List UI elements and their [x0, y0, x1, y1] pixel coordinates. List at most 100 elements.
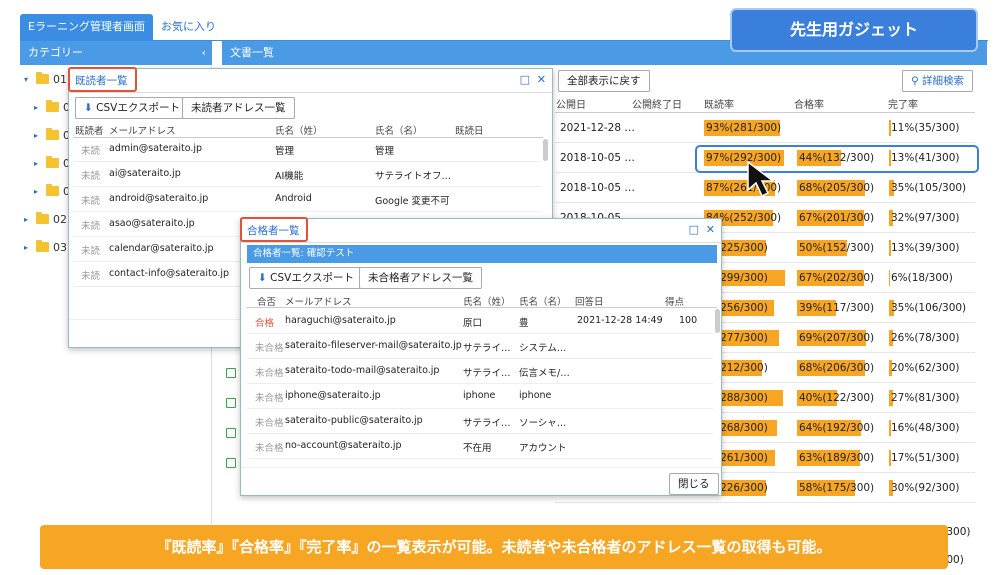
last-name: iphone: [463, 390, 496, 401]
edit-icons: [222, 360, 236, 520]
tree-node[interactable]: ▸ 0: [34, 126, 70, 144]
col-read-date[interactable]: 既読日: [455, 123, 484, 137]
failed-addresses-button[interactable]: 未合格者アドレス一覧: [359, 267, 482, 289]
col-email[interactable]: メールアドレス: [109, 123, 176, 137]
complete-rate-cell: 13%(39/300): [891, 242, 960, 254]
col-first-name[interactable]: 氏名（名）: [375, 123, 423, 137]
collapsed-icon[interactable]: ▸: [24, 243, 32, 252]
pass-rate-cell: 50%(152/300): [799, 242, 875, 254]
first-name: 伝言メモ/…: [519, 368, 570, 379]
tree-node[interactable]: ▸ 0: [34, 182, 70, 200]
collapsed-icon[interactable]: ▸: [24, 215, 32, 224]
col-email[interactable]: メールアドレス: [285, 294, 352, 308]
email: android@sateraito.jp: [109, 193, 209, 204]
col-result[interactable]: 合否: [257, 294, 276, 308]
passers-panel-title: 合格者一覧: [241, 219, 721, 243]
readers-panel-title: 既読者一覧: [69, 69, 552, 93]
first-name: 管理: [375, 146, 395, 157]
email: sateraito-todo-mail@sateraito.jp: [285, 365, 440, 376]
passers-csv-button[interactable]: ⬇ CSVエクスポート: [249, 267, 364, 289]
col-last-name[interactable]: 氏名（姓）: [275, 123, 323, 137]
close-icon[interactable]: ✕: [706, 223, 715, 236]
edit-icon[interactable]: [226, 368, 236, 378]
maximize-icon[interactable]: □: [689, 223, 699, 236]
first-name: アカウント: [519, 443, 567, 454]
col-last-name[interactable]: 氏名（姓）: [463, 294, 511, 308]
complete-rate-cell: 35%(105/300): [891, 182, 967, 194]
folder-icon: [46, 128, 59, 140]
col-score[interactable]: 得点: [665, 294, 684, 308]
pass-status: 未合格: [255, 443, 284, 454]
unread-addresses-button[interactable]: 未読者アドレス一覧: [182, 97, 295, 119]
feature-caption: 『既読率』『合格率』『完了率』の一覧表示が可能。未読者や未合格者のアドレス一覧の…: [40, 525, 948, 569]
pass-rate-cell: 58%(175/300): [799, 482, 875, 494]
close-icon[interactable]: ✕: [537, 73, 546, 86]
top-tabs: Eラーニング管理者画面 お気に入り: [20, 14, 224, 40]
passers-panel: 合格者一覧 □ ✕ 合格者一覧: 確認テスト ⬇ CSVエクスポート 未合格者ア…: [240, 218, 722, 496]
collapsed-icon[interactable]: ▸: [34, 159, 42, 168]
collapsed-icon[interactable]: ▸: [34, 103, 42, 112]
last-name: Android: [275, 193, 312, 204]
tree-node[interactable]: ▸ 0: [34, 98, 70, 116]
col-reader[interactable]: 既読者: [75, 123, 104, 137]
pass-rate-cell: 68%(205/300): [799, 182, 875, 194]
email: contact-info@sateraito.jp: [109, 268, 230, 279]
advanced-search-button[interactable]: ⚲ 詳細検索: [902, 70, 974, 92]
first-name: iphone: [519, 390, 552, 401]
download-icon: ⬇: [258, 272, 271, 284]
teacher-gadget-tag: 先生用ガジェット: [730, 8, 978, 52]
col-answer-date[interactable]: 回答日: [575, 294, 604, 308]
tree-node[interactable]: ▸ 02.: [24, 210, 71, 228]
edit-icon[interactable]: [226, 428, 236, 438]
email: asao@sateraito.jp: [109, 218, 195, 229]
col-complete-rate[interactable]: 完了率: [888, 96, 918, 111]
reader-status: 未読: [81, 171, 101, 182]
collapsed-icon[interactable]: ▸: [34, 187, 42, 196]
readers-title-highlight: [68, 67, 137, 92]
row-divider: [555, 502, 975, 503]
last-name: サテライ…: [463, 368, 511, 379]
last-name: 原口: [463, 318, 483, 329]
col-first-name[interactable]: 氏名（名）: [519, 294, 567, 308]
tab-favorites[interactable]: お気に入り: [153, 14, 224, 40]
col-publish-end[interactable]: 公開終了日: [632, 96, 682, 111]
edit-icon[interactable]: [226, 398, 236, 408]
first-name: ソーシャ…: [519, 418, 567, 429]
collapsed-icon[interactable]: ▸: [34, 131, 42, 140]
edit-icon[interactable]: [226, 458, 236, 468]
download-icon: ⬇: [84, 102, 97, 114]
col-read-rate[interactable]: 既読率: [704, 96, 734, 111]
first-name: Google 変更不可: [375, 196, 450, 207]
complete-rate-bar: [889, 270, 890, 286]
show-all-button[interactable]: 全部表示に戻す: [558, 70, 650, 92]
maximize-icon[interactable]: □: [520, 73, 530, 86]
pass-rate-cell: 67%(201/300): [799, 212, 875, 224]
readers-csv-button[interactable]: ⬇ CSVエクスポート: [75, 97, 190, 119]
first-name: サテライトオフ…: [375, 171, 452, 182]
complete-rate-cell: 16%(48/300): [891, 422, 960, 434]
expanded-icon[interactable]: ▾: [24, 75, 32, 84]
last-name: AI機能: [275, 171, 304, 182]
complete-rate-cell: 11%(35/300): [891, 122, 960, 134]
pass-rate-cell: 39%(117/300): [799, 302, 875, 314]
tab-admin[interactable]: Eラーニング管理者画面: [20, 14, 153, 40]
tree-node[interactable]: ▸ 03.: [24, 238, 71, 256]
read-rate-cell: 93%(281/300): [706, 122, 782, 134]
collapse-icon[interactable]: ‹: [202, 41, 206, 65]
col-publish-date[interactable]: 公開日: [556, 96, 586, 111]
tree-node[interactable]: ▸ 0: [34, 154, 70, 172]
col-pass-rate[interactable]: 合格率: [794, 96, 824, 111]
scrollbar[interactable]: [715, 309, 720, 333]
complete-rate-cell: 20%(62/300): [891, 362, 960, 374]
answer-date: 2021-12-28 14:49: [577, 315, 663, 326]
reader-status: 未読: [81, 271, 101, 282]
complete-rate-cell: 6%(18/300): [891, 272, 953, 284]
close-button[interactable]: 閉じる: [669, 473, 719, 495]
tree-node[interactable]: ▾ 01.: [24, 70, 71, 88]
pass-status: 合格: [255, 318, 275, 329]
scrollbar[interactable]: [543, 139, 548, 161]
last-name: サテライ…: [463, 418, 511, 429]
folder-icon: [46, 100, 59, 112]
folder-icon: [36, 240, 49, 252]
passers-subheader: 合格者一覧: 確認テスト: [247, 245, 717, 263]
